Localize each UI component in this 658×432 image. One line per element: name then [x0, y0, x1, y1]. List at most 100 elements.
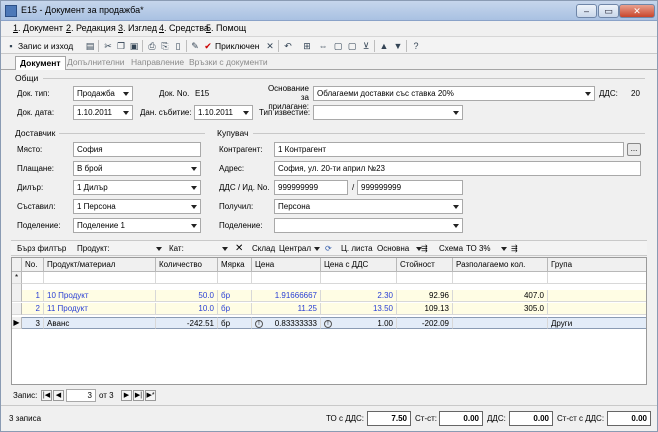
- apply-scheme-icon[interactable]: ⇶: [511, 243, 518, 255]
- column-header-price-vat[interactable]: Цена с ДДС: [321, 258, 397, 272]
- new-row[interactable]: *: [12, 272, 646, 284]
- contractor-browse-button[interactable]: ...: [627, 143, 641, 156]
- doc-type-select[interactable]: Продажба: [73, 86, 133, 101]
- move-icon[interactable]: ⇔: [317, 40, 329, 52]
- column-header-available[interactable]: Разполагаемо кол.: [453, 258, 548, 272]
- menu-tools[interactable]: 4. Средства: [159, 23, 209, 33]
- insert-row-icon[interactable]: ⊞: [301, 40, 313, 52]
- help-icon[interactable]: ?: [410, 40, 422, 52]
- cell-no[interactable]: 2: [22, 303, 44, 315]
- column-header-product[interactable]: Продукт/материал: [44, 258, 156, 272]
- basis-select[interactable]: Облагаеми доставки със ставка 20%: [313, 86, 595, 101]
- edit-icon[interactable]: ✎: [189, 40, 201, 52]
- column-header-price[interactable]: Цена: [252, 258, 321, 272]
- column-header-group[interactable]: Група: [548, 258, 646, 272]
- cell-quantity[interactable]: -242.51: [156, 317, 218, 329]
- address-field[interactable]: София, ул. 20-ти април №23: [274, 161, 641, 176]
- cell-value[interactable]: -202.09: [397, 317, 453, 329]
- maximize-button[interactable]: ▭: [598, 4, 619, 18]
- close-button[interactable]: ✕: [619, 4, 655, 18]
- notice-type-select[interactable]: [313, 105, 463, 120]
- product-filter-select[interactable]: [111, 243, 163, 255]
- dealer-select[interactable]: 1 Дилър: [73, 180, 201, 195]
- cell-group[interactable]: [548, 290, 646, 302]
- contractor-field[interactable]: 1 Контрагент: [274, 142, 624, 157]
- buyer-division-select[interactable]: [274, 218, 463, 233]
- finished-button[interactable]: Приключен: [215, 39, 259, 53]
- undo-icon[interactable]: ↶: [282, 40, 294, 52]
- tab-additional[interactable]: Допълнителни: [63, 56, 129, 70]
- table-row[interactable]: 2 11 Продукт 10.0 бр 11.25 13.50 109.13 …: [12, 303, 646, 315]
- cell-product[interactable]: Аванс: [44, 317, 156, 329]
- warehouse-select[interactable]: Централ: [279, 243, 321, 255]
- arrow-up-icon[interactable]: ▲: [378, 40, 390, 52]
- record-number-field[interactable]: 3: [66, 389, 96, 402]
- scheme-select[interactable]: ТО 3%: [466, 243, 508, 255]
- cell-available[interactable]: [453, 317, 548, 329]
- column-header-quantity[interactable]: Количество: [156, 258, 218, 272]
- print-setup-icon[interactable]: ⎘: [159, 40, 171, 52]
- cell-product[interactable]: 10 Продукт: [44, 290, 156, 302]
- cell-quantity[interactable]: 10.0: [156, 303, 218, 315]
- tax-event-date-picker[interactable]: 1.10.2011: [194, 105, 253, 120]
- cell-unit[interactable]: бр: [218, 317, 252, 329]
- menu-view[interactable]: 3. Изглед: [118, 23, 157, 33]
- supplier-division-select[interactable]: Поделение 1: [73, 218, 201, 233]
- print-preview-icon[interactable]: ▤: [84, 40, 96, 52]
- cell-quantity[interactable]: 50.0: [156, 290, 218, 302]
- cell-price-vat[interactable]: 2.30: [321, 290, 397, 302]
- last-record-button[interactable]: ▶|: [133, 390, 144, 401]
- cell-no[interactable]: 3: [22, 317, 44, 329]
- cell-price[interactable]: 11.25: [252, 303, 321, 315]
- new-icon[interactable]: ▢: [332, 40, 344, 52]
- tab-document-links[interactable]: Връзки с документи: [185, 56, 272, 70]
- cell-value[interactable]: 109.13: [397, 303, 453, 315]
- category-filter-select[interactable]: [187, 243, 229, 255]
- copy-icon[interactable]: ❐: [115, 40, 127, 52]
- vat-number-field[interactable]: 999999999: [274, 180, 348, 195]
- arrow-down-icon[interactable]: ▼: [392, 40, 404, 52]
- menu-edit[interactable]: 2. Редакция: [66, 23, 116, 33]
- table-row-selected[interactable]: ▶ 3 Аванс -242.51 бр ! 0.83333333 ! 1.00 -…: [12, 317, 646, 329]
- received-select[interactable]: Персона: [274, 199, 463, 214]
- delete-icon[interactable]: ✕: [264, 40, 276, 52]
- menu-document[interactable]: 1. Документ: [13, 23, 63, 33]
- doc-date-picker[interactable]: 1.10.2011: [73, 105, 133, 120]
- tab-direction[interactable]: Направление: [127, 56, 188, 70]
- copy-doc-icon[interactable]: ▢: [346, 40, 358, 52]
- tab-document[interactable]: Документ: [15, 56, 66, 70]
- cell-available[interactable]: 407.0: [453, 290, 548, 302]
- print-icon[interactable]: ⎙: [146, 40, 158, 52]
- composer-select[interactable]: 1 Персона: [73, 199, 201, 214]
- cell-unit[interactable]: бр: [218, 303, 252, 315]
- minimize-button[interactable]: –: [576, 4, 597, 18]
- new-record-button[interactable]: ▶*: [145, 390, 156, 401]
- page-icon[interactable]: ▯: [172, 40, 184, 52]
- next-record-button[interactable]: ▶: [121, 390, 132, 401]
- place-field[interactable]: София: [73, 142, 201, 157]
- cell-price[interactable]: ! 0.83333333: [252, 317, 321, 329]
- warehouse-refresh-icon[interactable]: ⟳: [325, 243, 332, 255]
- cell-group[interactable]: [548, 303, 646, 315]
- clear-filter-icon[interactable]: ✕: [235, 243, 243, 255]
- prev-record-button[interactable]: ◀: [53, 390, 64, 401]
- price-list-select[interactable]: Основна: [377, 243, 423, 255]
- save-and-exit-button[interactable]: Запис и изход: [18, 39, 73, 53]
- column-header-unit[interactable]: Мярка: [218, 258, 252, 272]
- first-record-button[interactable]: |◀: [41, 390, 52, 401]
- cell-price[interactable]: 1.91666667: [252, 290, 321, 302]
- cell-value[interactable]: 92.96: [397, 290, 453, 302]
- payment-select[interactable]: В брой: [73, 161, 201, 176]
- cell-no[interactable]: 1: [22, 290, 44, 302]
- cut-icon[interactable]: ✂: [102, 40, 114, 52]
- filter-icon[interactable]: ⊻: [360, 40, 372, 52]
- menu-help[interactable]: 5. Помощ: [206, 23, 246, 33]
- cell-available[interactable]: 305.0: [453, 303, 548, 315]
- id-number-field[interactable]: 999999999: [357, 180, 463, 195]
- table-row[interactable]: 1 10 Продукт 50.0 бр 1.91666667 2.30 92.…: [12, 290, 646, 302]
- cell-price-vat[interactable]: 13.50: [321, 303, 397, 315]
- apply-price-icon[interactable]: ⇶: [421, 243, 428, 255]
- cell-unit[interactable]: бр: [218, 290, 252, 302]
- column-header-no[interactable]: No.: [22, 258, 44, 272]
- paste-icon[interactable]: ▣: [128, 40, 140, 52]
